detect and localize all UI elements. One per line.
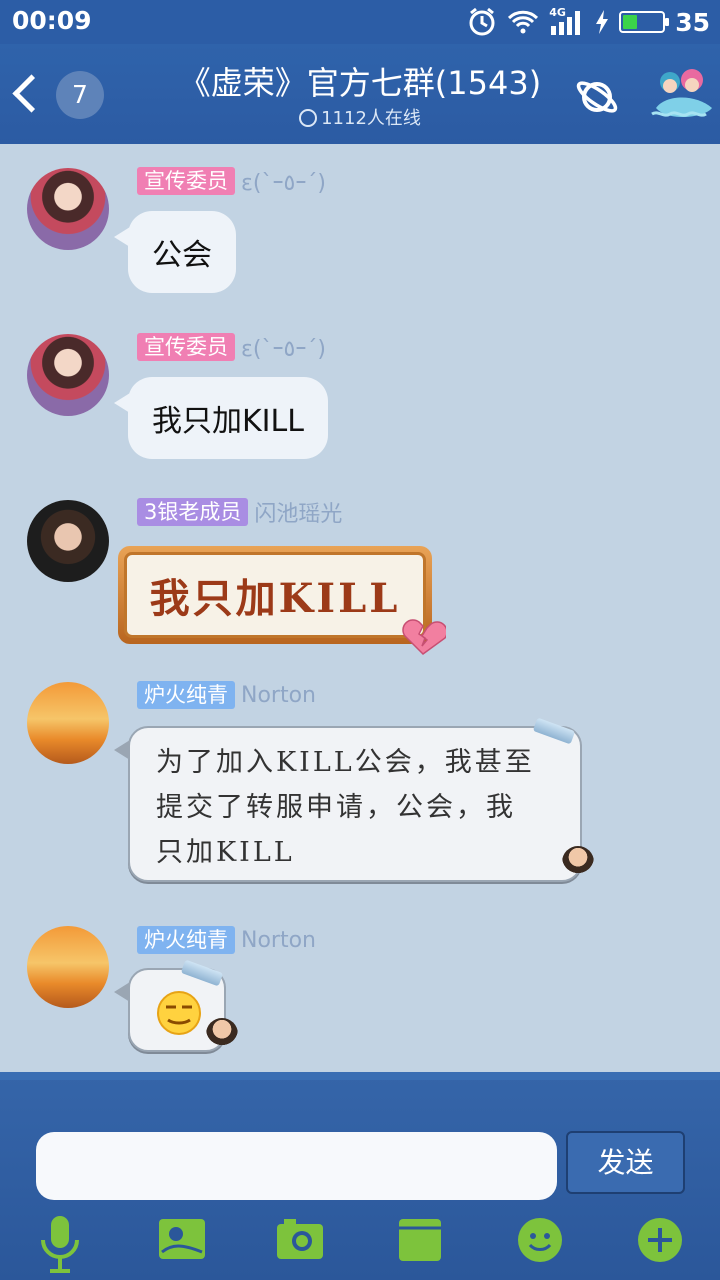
sender-name[interactable]: Norton bbox=[241, 683, 316, 708]
clip-decoration bbox=[180, 959, 224, 987]
sender-name[interactable]: Norton bbox=[241, 928, 316, 953]
sender-name[interactable]: ε(`ｰ٥ｰ´) bbox=[241, 165, 326, 197]
sticker-text: 我只加KILL bbox=[124, 552, 426, 638]
message-line: 提交了转服申请，公会，我 bbox=[156, 792, 516, 823]
member-title-badge: 炉火纯青 bbox=[137, 926, 235, 954]
sender-info: 炉火纯青 Norton bbox=[137, 926, 316, 954]
clock: 00:09 bbox=[12, 6, 92, 35]
online-count[interactable]: 1112人在线 bbox=[120, 104, 600, 130]
smirk-emoji-icon bbox=[157, 991, 201, 1035]
avatar[interactable] bbox=[27, 926, 109, 1008]
message-text: 公会 bbox=[152, 238, 212, 273]
message-text: 我只加KILL bbox=[152, 404, 304, 439]
message-line: 为了加入KILL公会，我甚至 bbox=[156, 747, 535, 778]
member-title-badge: 3银老成员 bbox=[137, 498, 249, 526]
battery-fill bbox=[623, 15, 638, 29]
sticker-bubble[interactable]: 我只加KILL bbox=[118, 546, 432, 644]
card-icon[interactable] bbox=[398, 1218, 442, 1262]
avatar[interactable] bbox=[27, 334, 109, 416]
avatar[interactable] bbox=[27, 500, 109, 582]
message-bubble[interactable] bbox=[114, 959, 238, 1052]
unread-badge[interactable]: 7 bbox=[56, 71, 104, 119]
sender-info: 宣传委员 ε(`ｰ٥ｰ´) bbox=[137, 165, 326, 197]
avatar[interactable] bbox=[27, 682, 109, 764]
emoji-icon[interactable] bbox=[516, 1216, 564, 1264]
message-input[interactable] bbox=[36, 1132, 557, 1200]
message-line: 只加KILL bbox=[156, 837, 295, 868]
sender-info: 3银老成员 闪池瑶光 bbox=[137, 496, 342, 528]
status-icons: 4G 35 bbox=[467, 4, 710, 40]
member-title-badge: 宣传委员 bbox=[137, 333, 235, 361]
message-bubble[interactable]: 为了加入KILL公会，我甚至 提交了转服申请，公会，我 只加KILL bbox=[114, 717, 594, 882]
mic-icon[interactable] bbox=[36, 1214, 84, 1274]
sender-name[interactable]: 闪池瑶光 bbox=[254, 496, 342, 528]
member-title-badge: 宣传委员 bbox=[137, 167, 235, 195]
send-button[interactable]: 发送 bbox=[566, 1131, 685, 1194]
divider bbox=[0, 1072, 720, 1080]
mermaid-mascot-icon[interactable] bbox=[648, 64, 716, 128]
chevron-down-icon bbox=[299, 109, 318, 127]
message-bubble[interactable]: 我只加KILL bbox=[114, 377, 328, 459]
online-text: 1112人在线 bbox=[321, 108, 421, 129]
message-list[interactable]: 宣传委员 ε(`ｰ٥ｰ´) 公会 宣传委员 ε(`ｰ٥ｰ´) 我只加KILL 3… bbox=[0, 144, 720, 1076]
sender-info: 宣传委员 ε(`ｰ٥ｰ´) bbox=[137, 331, 326, 363]
chat-header: 7 《虚荣》官方七群(1543) 1112人在线 bbox=[0, 44, 720, 144]
battery-level: 35 bbox=[675, 7, 710, 37]
signal-icon bbox=[551, 11, 581, 35]
charging-icon bbox=[596, 10, 609, 34]
plus-icon[interactable] bbox=[636, 1216, 684, 1264]
back-button[interactable] bbox=[10, 72, 46, 116]
battery-icon bbox=[619, 11, 670, 33]
sender-name[interactable]: ε(`ｰ٥ｰ´) bbox=[241, 331, 326, 363]
planet-icon[interactable] bbox=[574, 74, 620, 120]
character-decoration bbox=[562, 846, 594, 878]
image-icon[interactable] bbox=[158, 1218, 206, 1260]
character-decoration bbox=[206, 1018, 238, 1050]
sender-info: 炉火纯青 Norton bbox=[137, 681, 316, 709]
status-bar: 00:09 4G 35 bbox=[0, 0, 720, 44]
input-bar: 发送 bbox=[0, 1072, 720, 1280]
alarm-icon bbox=[469, 7, 495, 36]
camera-icon[interactable] bbox=[276, 1218, 324, 1260]
wifi-icon bbox=[508, 10, 539, 34]
member-title-badge: 炉火纯青 bbox=[137, 681, 235, 709]
page-title: 《虚荣》官方七群(1543) bbox=[178, 64, 542, 102]
broken-heart-icon bbox=[402, 619, 446, 655]
message-bubble[interactable]: 公会 bbox=[114, 211, 236, 293]
avatar[interactable] bbox=[27, 168, 109, 250]
